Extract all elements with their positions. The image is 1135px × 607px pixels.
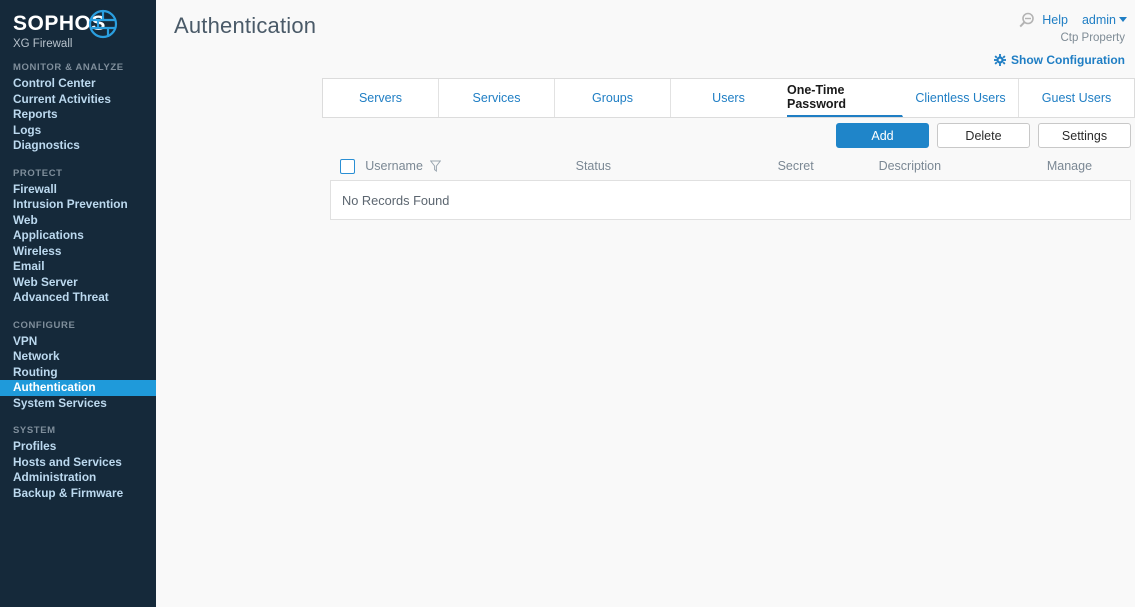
application-window: SOPHOS XG Firewall MONITOR & ANALYZE Cont… <box>0 0 1135 607</box>
sidebar-group: SYSTEM Profiles Hosts and Services Administ… <box>0 425 156 501</box>
page-header: Authentication Help admin Ctp Property S… <box>156 0 1135 78</box>
sidebar-item-applications[interactable]: Applications <box>0 228 156 244</box>
globe-grid-icon <box>88 9 118 39</box>
sidebar-item-email[interactable]: Email <box>0 259 156 275</box>
show-configuration-link[interactable]: Show Configuration <box>994 53 1127 67</box>
sidebar-item-control-center[interactable]: Control Center <box>0 76 156 92</box>
tab-guest-users[interactable]: Guest Users <box>1019 79 1135 117</box>
account-name: Ctp Property <box>1060 32 1125 44</box>
otp-table: Username Status Secret Description Manag… <box>330 152 1131 220</box>
sidebar-item-diagnostics[interactable]: Diagnostics <box>0 138 156 154</box>
select-all-cell <box>340 158 365 174</box>
tab-one-time-password[interactable]: One-Time Password <box>787 79 903 117</box>
sidebar-group: MONITOR & ANALYZE Control Center Current A… <box>0 62 156 154</box>
settings-button[interactable]: Settings <box>1038 123 1131 148</box>
help-link[interactable]: Help <box>1042 13 1068 27</box>
sidebar-item-advanced-threat[interactable]: Advanced Threat <box>0 290 156 306</box>
tab-clientless-users[interactable]: Clientless Users <box>903 79 1019 117</box>
sidebar-item-administration[interactable]: Administration <box>0 470 156 486</box>
column-header-description: Description <box>878 159 942 173</box>
sidebar-item-web-server[interactable]: Web Server <box>0 275 156 291</box>
tab-servers[interactable]: Servers <box>323 79 439 117</box>
sidebar-item-current-activities[interactable]: Current Activities <box>0 92 156 108</box>
table-header-row: Username Status Secret Description Manag… <box>330 152 1131 180</box>
sidebar-item-intrusion-prevention[interactable]: Intrusion Prevention <box>0 197 156 213</box>
show-configuration-label[interactable]: Show Configuration <box>1011 53 1125 67</box>
sidebar-item-profiles[interactable]: Profiles <box>0 439 156 455</box>
sidebar-group-label: PROTECT <box>13 167 63 179</box>
admin-menu[interactable]: admin <box>1075 11 1127 29</box>
column-header-username-label: Username <box>365 159 423 173</box>
sidebar-item-network[interactable]: Network <box>0 349 156 365</box>
table-empty-row: No Records Found <box>330 180 1131 220</box>
sidebar-item-reports[interactable]: Reports <box>0 107 156 123</box>
header-right-cluster: Help admin Ctp Property Show Configurati… <box>994 10 1127 67</box>
page-title: Authentication <box>174 13 317 38</box>
sidebar: SOPHOS XG Firewall MONITOR & ANALYZE Cont… <box>0 0 156 607</box>
sidebar-group-label: CONFIGURE <box>13 319 76 331</box>
sidebar-item-vpn[interactable]: VPN <box>0 334 156 350</box>
delete-button[interactable]: Delete <box>937 123 1030 148</box>
column-header-secret: Secret <box>777 159 814 173</box>
sidebar-item-firewall[interactable]: Firewall <box>0 182 156 198</box>
sidebar-item-wireless[interactable]: Wireless <box>0 244 156 260</box>
brand-header: SOPHOS XG Firewall <box>0 0 156 62</box>
sidebar-item-hosts-and-services[interactable]: Hosts and Services <box>0 455 156 471</box>
tab-services[interactable]: Services <box>439 79 555 117</box>
tab-bar: Servers Services Groups Users One-Time Passw… <box>322 78 1135 118</box>
main-content: Authentication Help admin Ctp Property S… <box>156 0 1135 607</box>
header-top-row: Help admin <box>994 10 1127 30</box>
search-icon[interactable] <box>1018 12 1035 29</box>
column-header-status: Status <box>575 159 612 173</box>
chevron-down-icon[interactable] <box>1119 17 1127 23</box>
action-toolbar: Add Delete Settings <box>836 123 1131 148</box>
sidebar-item-system-services[interactable]: System Services <box>0 396 156 412</box>
sidebar-group: CONFIGURE VPN Network Routing Authentication… <box>0 320 156 412</box>
sidebar-group-label: SYSTEM <box>13 425 56 436</box>
filter-funnel-icon[interactable] <box>429 160 442 173</box>
add-button[interactable]: Add <box>836 123 929 148</box>
no-records-message: No Records Found <box>342 192 450 208</box>
sidebar-item-logs[interactable]: Logs <box>0 123 156 139</box>
tab-groups[interactable]: Groups <box>555 79 671 117</box>
sidebar-item-routing[interactable]: Routing <box>0 365 156 381</box>
sidebar-item-authentication[interactable]: Authentication <box>0 380 156 396</box>
admin-menu-label[interactable]: admin <box>1082 13 1116 27</box>
sidebar-group: PROTECT Firewall Intrusion Prevention Web Ap… <box>0 168 156 306</box>
sidebar-item-web[interactable]: Web <box>0 213 156 229</box>
brand-name: SOPHOS <box>13 12 106 35</box>
sidebar-nav: MONITOR & ANALYZE Control Center Current A… <box>0 62 156 501</box>
gear-icon <box>994 54 1007 66</box>
sidebar-group-label: MONITOR & ANALYZE <box>13 62 124 73</box>
column-header-username: Username <box>365 159 575 173</box>
sidebar-item-backup-firmware[interactable]: Backup & Firmware <box>0 486 156 502</box>
column-header-manage: Manage <box>1046 159 1093 173</box>
select-all-checkbox[interactable] <box>340 158 355 174</box>
tab-users[interactable]: Users <box>671 79 787 117</box>
brand-product: XG Firewall <box>13 38 73 50</box>
